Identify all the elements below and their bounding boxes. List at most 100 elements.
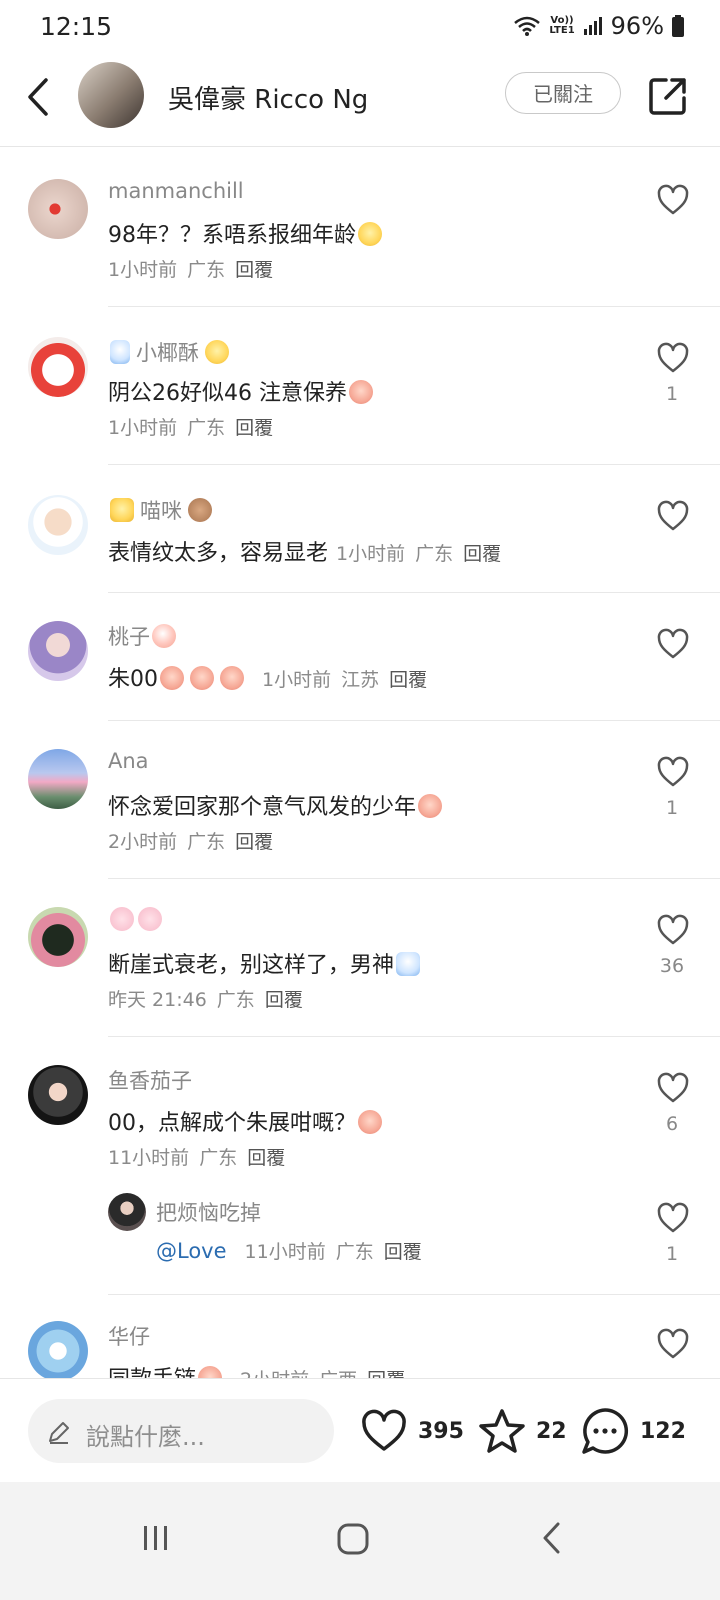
like-count: 36 <box>659 955 685 977</box>
reply-button[interactable]: 回覆 <box>235 831 273 853</box>
comment-username[interactable] <box>108 907 162 932</box>
system-navigation-bar <box>0 1482 720 1600</box>
reply-button[interactable]: 回覆 <box>265 989 303 1011</box>
heart-icon[interactable] <box>656 183 690 217</box>
like-count: 1 <box>665 1243 679 1265</box>
lollipop-icon <box>205 340 229 364</box>
comment-location: 广东 <box>187 417 226 439</box>
reply-button[interactable]: 回覆 <box>463 543 501 565</box>
comment-meta: 1小时前 广东 回覆 <box>108 255 283 282</box>
avatar[interactable] <box>28 495 88 555</box>
pencil-icon <box>49 1422 69 1444</box>
pig-icon <box>110 907 134 931</box>
comment-time: 1小时前 <box>336 543 406 565</box>
avatar[interactable] <box>28 1321 88 1381</box>
battery-icon <box>672 15 684 37</box>
comment-username[interactable]: 喵咪 <box>108 495 212 525</box>
heart-icon[interactable] <box>656 499 690 533</box>
comment-location: 广东 <box>199 1147 238 1169</box>
comment-input[interactable]: 說點什麼... <box>28 1399 334 1463</box>
reply-button[interactable]: 回覆 <box>235 259 273 281</box>
comment-time: 11小时前 <box>108 1147 190 1169</box>
avatar[interactable] <box>28 337 88 397</box>
list-item: 喵咪 表情纹太多，容易显老 1小时前 广东 回覆 <box>0 465 720 593</box>
like-count: 395 <box>418 1418 464 1444</box>
reply-avatar[interactable] <box>108 1193 146 1231</box>
honey-icon <box>110 498 134 522</box>
list-item: Ana 怀念爱回家那个意气风发的少年 2小时前 广东 回覆 1 <box>0 721 720 879</box>
avatar[interactable] <box>28 907 88 967</box>
comment-username[interactable]: Ana <box>108 749 149 773</box>
heart-icon[interactable] <box>656 1327 690 1361</box>
favorite-button[interactable]: 22 <box>478 1403 567 1459</box>
heart-icon[interactable] <box>656 913 690 947</box>
comment-count: 122 <box>640 1418 686 1444</box>
comment-time: 1小时前 <box>108 417 178 439</box>
comment-button[interactable]: 122 <box>580 1403 686 1459</box>
comment-username[interactable]: 小椰酥 <box>108 337 229 367</box>
status-bar: 12:15 Vo)) LTE1 96% <box>0 0 720 50</box>
comment-text: 阴公26好似46 注意保养 <box>108 375 373 407</box>
emoji-icon <box>358 222 382 246</box>
list-item: 鱼香茄子 00，点解成个朱展咁嘅？ 11小时前 广东 回覆 6 把烦恼吃掉 @Lov… <box>0 1037 720 1295</box>
comment-username[interactable]: 桃子 <box>108 621 176 651</box>
comment-text: 朱00 1小时前 江苏 回覆 <box>108 661 437 693</box>
comment-meta: 1小时前 广东 回覆 <box>336 543 511 565</box>
heart-icon[interactable] <box>656 627 690 661</box>
comment-text: 00，点解成个朱展咁嘅？ <box>108 1105 382 1137</box>
avatar[interactable] <box>28 1065 88 1125</box>
home-icon[interactable] <box>336 1522 370 1556</box>
avatar[interactable] <box>28 749 88 809</box>
emoji-icon <box>220 666 244 690</box>
avatar[interactable] <box>28 179 88 239</box>
status-icons: Vo)) LTE1 96% <box>513 12 684 40</box>
page-title[interactable]: 吳偉豪 Ricco Ng <box>168 79 368 116</box>
wifi-icon <box>514 16 541 36</box>
reply-button[interactable]: 回覆 <box>247 1147 285 1169</box>
reply-button[interactable]: 回覆 <box>235 417 273 439</box>
emoji-icon <box>358 1110 382 1134</box>
comment-meta: 11小时前 广东 回覆 <box>245 1241 432 1263</box>
share-icon[interactable] <box>648 76 688 116</box>
mention-link[interactable]: @Love <box>156 1239 227 1263</box>
heart-icon[interactable] <box>656 1071 690 1105</box>
bottle-icon <box>110 340 130 364</box>
heart-icon[interactable] <box>656 1201 690 1235</box>
reply-username[interactable]: 把烦恼吃掉 <box>156 1197 261 1227</box>
comment-username[interactable]: manmanchill <box>108 179 244 203</box>
comment-location: 广东 <box>335 1241 374 1263</box>
comment-list[interactable]: manmanchill 98年？？系唔系报细年龄 1小时前 广东 回覆 小椰酥 阴公… <box>0 147 720 1407</box>
comment-location: 江苏 <box>341 669 380 691</box>
pig-icon <box>138 907 162 931</box>
reply-text: @Love 11小时前 广东 回覆 <box>156 1237 432 1264</box>
list-item: 小椰酥 阴公26好似46 注意保养 1小时前 广东 回覆 1 <box>0 307 720 465</box>
comment-text: 怀念爱回家那个意气风发的少年 <box>108 789 443 821</box>
back-nav-icon[interactable] <box>538 1520 568 1556</box>
list-item: manmanchill 98年？？系唔系报细年龄 1小时前 广东 回覆 <box>0 175 720 307</box>
heart-icon[interactable] <box>656 755 690 789</box>
comment-input-placeholder: 說點什麼... <box>86 1423 205 1451</box>
list-item: 桃子 朱00 1小时前 江苏 回覆 <box>0 593 720 721</box>
list-item: 断崖式衰老，别这样了，男神 昨天 21:46 广东 回覆 36 <box>0 879 720 1037</box>
comment-text: 98年？？系唔系报细年龄 <box>108 217 382 249</box>
back-icon[interactable] <box>20 72 60 122</box>
comment-time: 2小时前 <box>108 831 178 853</box>
reply-button[interactable]: 回覆 <box>389 669 427 691</box>
comment-time: 1小时前 <box>108 259 178 281</box>
reply-button[interactable]: 回覆 <box>384 1241 422 1263</box>
comment-username[interactable]: 华仔 <box>108 1321 150 1351</box>
bear-icon <box>188 498 212 522</box>
avatar[interactable] <box>78 62 144 128</box>
comment-meta: 2小时前 广东 回覆 <box>108 827 283 854</box>
recent-apps-icon[interactable] <box>140 1522 172 1554</box>
comment-time: 11小时前 <box>244 1241 326 1263</box>
follow-button[interactable]: 已關注 <box>505 72 621 114</box>
like-button[interactable]: 395 <box>360 1403 464 1459</box>
avatar[interactable] <box>28 621 88 681</box>
emoji-icon <box>418 794 443 818</box>
heart-icon[interactable] <box>656 341 690 375</box>
comment-time: 1小时前 <box>262 669 332 691</box>
comment-username[interactable]: 鱼香茄子 <box>108 1065 192 1095</box>
bottom-action-bar: 說點什麼... 395 22 122 <box>0 1378 720 1483</box>
emoji-icon <box>348 380 373 404</box>
